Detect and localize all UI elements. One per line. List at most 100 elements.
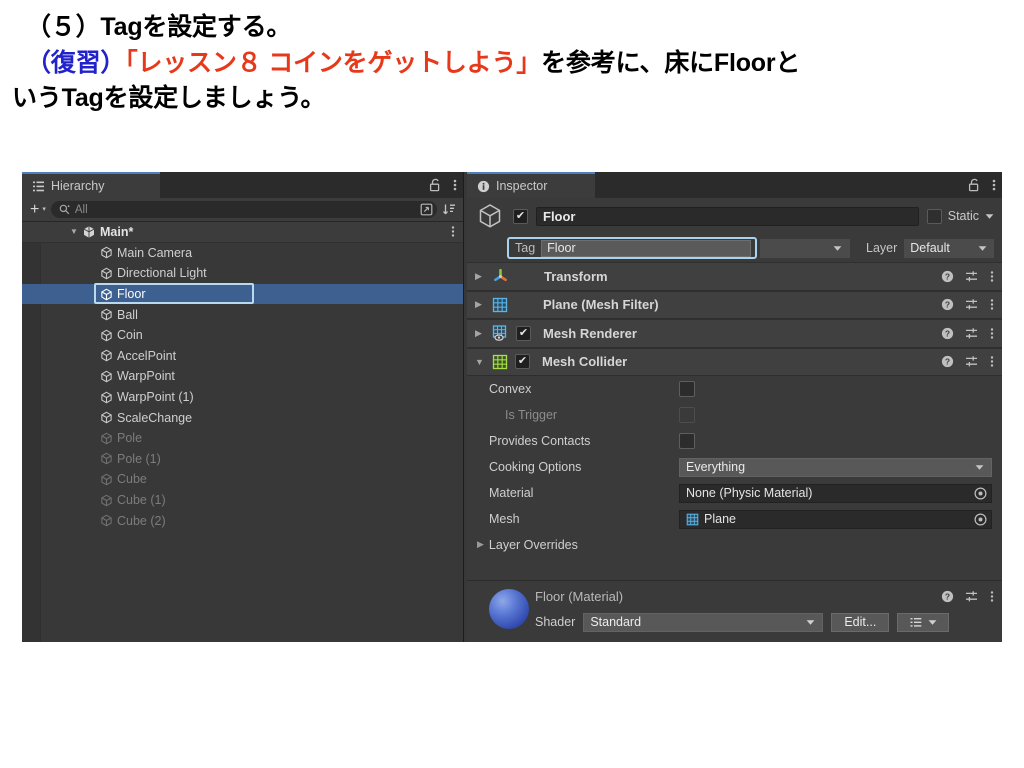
component-enabled-checkbox[interactable]: ✔ xyxy=(516,325,531,341)
component-row-plane-mesh-filter[interactable]: ▶ Plane (Mesh Filter)? xyxy=(467,290,1002,319)
property-objectfield-material[interactable]: None (Physic Material) xyxy=(679,483,992,503)
chevron-down-icon[interactable]: ▼ xyxy=(70,227,79,236)
mesh-collider-icon xyxy=(492,354,508,370)
hierarchy-scene-row[interactable]: ▼ Main* xyxy=(22,222,463,243)
property-row-mesh: Mesh Plane xyxy=(467,506,1002,532)
layer-value: Default xyxy=(910,241,950,255)
hierarchy-item-cube[interactable]: Cube xyxy=(22,469,463,490)
lock-icon[interactable] xyxy=(429,178,442,192)
preset-icon[interactable] xyxy=(965,355,979,368)
shader-dropdown[interactable]: Standard xyxy=(583,612,824,632)
kebab-menu-icon[interactable] xyxy=(990,590,994,603)
chevron-down-icon[interactable] xyxy=(985,213,994,220)
kebab-menu-icon[interactable] xyxy=(990,327,994,340)
gameobject-icon xyxy=(100,308,113,321)
chevron-right-icon[interactable]: ▶ xyxy=(475,271,485,282)
shader-label: Shader xyxy=(535,615,576,629)
chevron-down-icon: ▾ xyxy=(42,206,46,213)
hierarchy-item-main-camera[interactable]: Main Camera xyxy=(22,243,463,264)
transform-gizmo-icon xyxy=(492,268,509,285)
chevron-right-icon[interactable]: ▶ xyxy=(475,299,485,310)
hierarchy-item-label: ScaleChange xyxy=(117,410,193,425)
help-icon[interactable]: ? xyxy=(941,298,954,311)
gameobject-icon xyxy=(100,370,113,383)
component-enabled-checkbox[interactable]: ✔ xyxy=(515,354,530,370)
preset-icon[interactable] xyxy=(965,590,979,603)
kebab-menu-icon[interactable] xyxy=(990,270,994,283)
component-row-mesh-collider[interactable]: ▼ ✔ Mesh Collider? xyxy=(467,347,1002,376)
help-icon[interactable]: ? xyxy=(941,590,954,603)
gameobject-icon xyxy=(100,349,113,362)
property-checkbox-convex[interactable] xyxy=(679,381,695,397)
hierarchy-item-floor[interactable]: Floor xyxy=(22,283,463,305)
kebab-menu-icon[interactable] xyxy=(451,225,455,238)
kebab-menu-icon[interactable] xyxy=(990,355,994,368)
hierarchy-item-cube-2[interactable]: Cube (2) xyxy=(22,510,463,531)
search-icon xyxy=(59,204,70,215)
sort-icon[interactable] xyxy=(442,202,457,217)
component-row-transform[interactable]: ▶ Transform? xyxy=(467,262,1002,291)
property-objectfield-mesh[interactable]: Plane xyxy=(679,509,992,529)
search-input[interactable]: All xyxy=(50,201,437,218)
kebab-menu-icon[interactable] xyxy=(990,298,994,311)
hierarchy-item-cube-1[interactable]: Cube (1) xyxy=(22,490,463,511)
hierarchy-item-warppoint[interactable]: WarpPoint xyxy=(22,366,463,387)
hierarchy-item-accelpoint[interactable]: AccelPoint xyxy=(22,346,463,367)
hierarchy-item-scalechange[interactable]: ScaleChange xyxy=(22,407,463,428)
hierarchy-toolbar: + ▾ All xyxy=(22,198,463,222)
property-value-material: None (Physic Material) xyxy=(686,486,813,500)
hierarchy-item-directional-light[interactable]: Directional Light xyxy=(22,263,463,284)
hierarchy-item-pole-1[interactable]: Pole (1) xyxy=(22,449,463,470)
material-list-button[interactable] xyxy=(897,612,950,632)
hierarchy-item-label: Cube xyxy=(117,472,147,487)
tag-value-field[interactable]: Floor xyxy=(541,239,751,257)
gameobject-name-field[interactable]: Floor xyxy=(536,206,919,226)
hierarchy-item-ball[interactable]: Ball xyxy=(22,304,463,325)
object-picker-icon[interactable] xyxy=(974,512,987,526)
hierarchy-tree: ▼ Main* Main Camera Directional Light Floo… xyxy=(22,222,463,642)
help-icon[interactable]: ? xyxy=(941,327,954,340)
property-checkbox-provides-contacts[interactable] xyxy=(679,433,695,449)
preset-icon[interactable] xyxy=(965,298,979,311)
gameobject-icon xyxy=(100,329,113,342)
tab-hierarchy[interactable]: Hierarchy xyxy=(22,172,160,198)
kebab-menu-icon[interactable] xyxy=(992,178,996,192)
layer-overrides-foldout[interactable]: ▶ Layer Overrides xyxy=(467,532,1002,557)
component-title: Mesh Collider xyxy=(542,354,628,370)
help-icon[interactable]: ? xyxy=(941,355,954,368)
mesh-filter-icon xyxy=(492,297,508,313)
static-checkbox[interactable] xyxy=(926,208,942,224)
gameobject-icon xyxy=(100,391,113,404)
hierarchy-item-warppoint-1[interactable]: WarpPoint (1) xyxy=(22,387,463,408)
preset-icon[interactable] xyxy=(965,270,979,283)
component-row-icons: ? xyxy=(941,355,994,368)
help-icon[interactable]: ? xyxy=(941,270,954,283)
hierarchy-item-pole[interactable]: Pole xyxy=(22,428,463,449)
property-dropdown-cooking-options[interactable]: Everything xyxy=(679,457,992,477)
hierarchy-item-coin[interactable]: Coin xyxy=(22,325,463,346)
chevron-right-icon[interactable]: ▶ xyxy=(475,328,485,339)
hierarchy-item-label: Cube (1) xyxy=(117,493,166,508)
hierarchy-item-label: Ball xyxy=(117,307,138,322)
add-gameobject-button[interactable]: + ▾ xyxy=(28,201,46,218)
tab-inspector[interactable]: Inspector xyxy=(467,172,595,198)
open-in-new-icon[interactable] xyxy=(420,203,433,216)
property-label-provides-contacts: Provides Contacts xyxy=(489,434,591,448)
heading-line-2: （復習）「レッスン８ コインをゲットしよう」を参考に、床にFloorと xyxy=(26,46,1006,82)
tag-field-highlight[interactable]: Tag Floor xyxy=(507,237,757,259)
component-row-icons: ? xyxy=(941,298,994,311)
layer-label: Layer xyxy=(866,241,898,255)
lock-icon[interactable] xyxy=(968,178,981,192)
component-title: Transform xyxy=(544,268,608,284)
chevron-down-icon[interactable]: ▼ xyxy=(475,357,485,367)
preset-icon[interactable] xyxy=(965,327,979,340)
shader-edit-button[interactable]: Edit... xyxy=(831,612,890,632)
layer-dropdown[interactable]: Default xyxy=(904,238,994,258)
tag-dropdown[interactable] xyxy=(760,238,850,258)
svg-text:?: ? xyxy=(945,591,950,601)
svg-text:?: ? xyxy=(945,357,950,367)
object-picker-icon[interactable] xyxy=(974,486,987,500)
gameobject-enabled-checkbox[interactable]: ✔ xyxy=(513,208,528,224)
kebab-menu-icon[interactable] xyxy=(453,178,457,192)
component-row-mesh-renderer[interactable]: ▶ ✔ Mesh Renderer? xyxy=(467,319,1002,348)
